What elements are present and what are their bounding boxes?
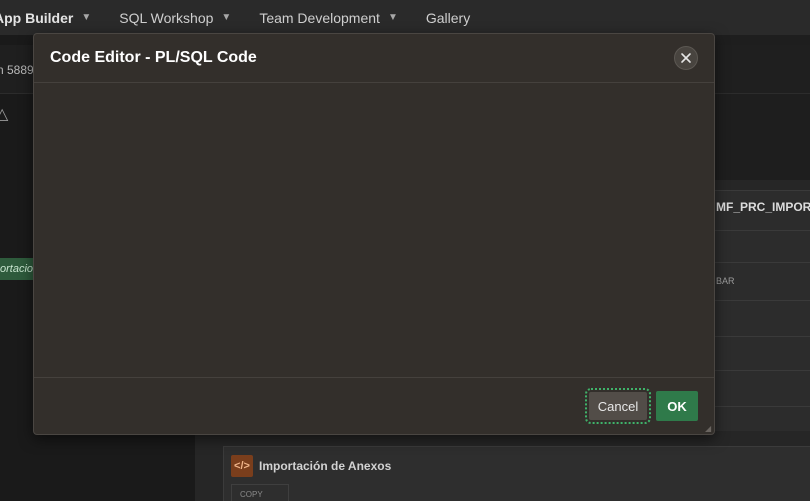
- resize-handle-icon[interactable]: ◢: [705, 425, 713, 433]
- region-title: Importación de Anexos: [259, 459, 392, 473]
- ok-button[interactable]: OK: [656, 391, 698, 421]
- nav-app-builder[interactable]: App Builder ▼: [0, 0, 105, 35]
- nav-sql-workshop[interactable]: SQL Workshop ▼: [105, 0, 245, 35]
- app-root: App Builder ▼ SQL Workshop ▼ Team Develo…: [0, 0, 810, 501]
- cancel-button[interactable]: Cancel: [585, 388, 651, 424]
- nav-label: App Builder: [0, 9, 74, 26]
- property-label: BAR: [716, 276, 735, 286]
- copy-button[interactable]: COPY: [231, 484, 289, 501]
- shapes-icon[interactable]: △: [0, 104, 8, 124]
- top-navigation: App Builder ▼ SQL Workshop ▼ Team Develo…: [0, 0, 810, 35]
- code-region: [223, 446, 810, 501]
- code-editor-dialog: Code Editor - PL/SQL Code Cancel OK ◢: [33, 33, 715, 435]
- close-icon: [681, 53, 691, 63]
- chevron-down-icon: ▼: [221, 12, 232, 23]
- dialog-footer: Cancel OK: [34, 377, 714, 434]
- code-editor-area[interactable]: [34, 83, 714, 378]
- dialog-header: Code Editor - PL/SQL Code: [34, 34, 714, 83]
- code-icon: </>: [231, 455, 253, 477]
- dialog-title: Code Editor - PL/SQL Code: [50, 49, 257, 66]
- nav-label: Gallery: [425, 9, 471, 26]
- nav-label: SQL Workshop: [119, 9, 214, 26]
- close-button[interactable]: [674, 46, 698, 70]
- chevron-down-icon: ▼: [81, 12, 92, 23]
- nav-team-development[interactable]: Team Development ▼: [245, 0, 412, 35]
- procedure-name: MF_PRC_IMPORT: [716, 200, 810, 214]
- application-id-label: n 5889: [0, 63, 34, 77]
- chevron-down-icon: ▼: [387, 12, 398, 23]
- property-panel: [714, 190, 810, 431]
- nav-label: Team Development: [259, 9, 380, 26]
- nav-gallery[interactable]: Gallery: [412, 0, 484, 35]
